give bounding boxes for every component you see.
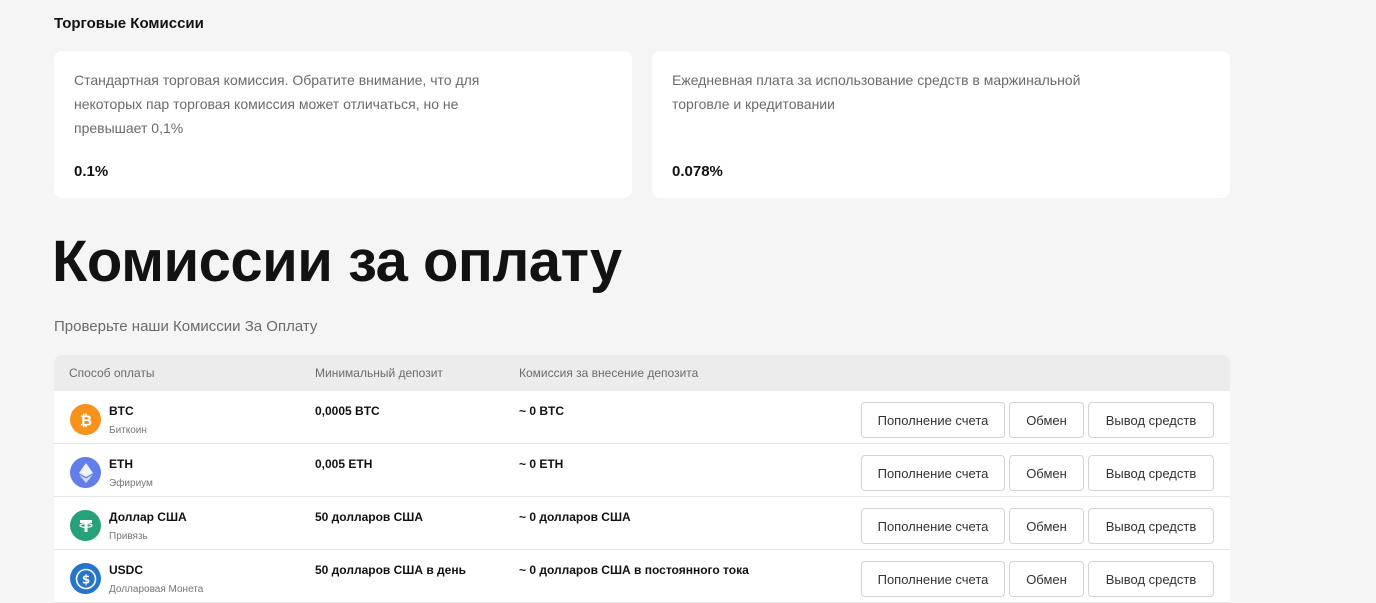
coin-subtitle: Привязь	[109, 531, 148, 542]
standard-fee-card: Стандартная торговая комиссия. Обратите …	[54, 51, 632, 198]
tether-icon	[70, 510, 101, 541]
card-value: 0.078%	[672, 163, 723, 180]
card-description: Ежедневная плата за использование средст…	[672, 72, 1081, 112]
withdraw-button[interactable]: Вывод средств	[1088, 508, 1214, 544]
exchange-button[interactable]: Обмен	[1009, 455, 1084, 491]
coin-name: ETH	[109, 457, 133, 471]
withdraw-button[interactable]: Вывод средств	[1088, 402, 1214, 438]
min-deposit: 50 долларов США	[315, 510, 424, 524]
svg-text:₿: ₿	[79, 411, 91, 429]
table-row: Доллар США Привязь 50 долларов США ~ 0 д…	[54, 497, 1230, 550]
column-header: Минимальный депозит	[315, 366, 443, 380]
withdraw-button[interactable]: Вывод средств	[1088, 455, 1214, 491]
coin-subtitle: Долларовая Монета	[109, 584, 204, 595]
exchange-button[interactable]: Обмен	[1009, 561, 1084, 597]
column-header: Комиссия за внесение депозита	[519, 366, 699, 380]
deposit-button[interactable]: Пополнение счета	[861, 561, 1005, 597]
table-row: $ USDC Долларовая Монета 50 долларов США…	[54, 550, 1230, 603]
payment-fees-table: Способ оплаты Минимальный депозит Комисс…	[54, 355, 1230, 603]
exchange-button[interactable]: Обмен	[1009, 402, 1084, 438]
payment-fees-title: Комиссии за оплату	[52, 229, 622, 294]
coin-subtitle: Биткоин	[109, 425, 147, 436]
ethereum-icon	[70, 457, 101, 488]
usdc-icon: $	[70, 563, 101, 594]
deposit-button[interactable]: Пополнение счета	[861, 402, 1005, 438]
deposit-fee: ~ 0 ETH	[519, 457, 564, 471]
trading-fees-title: Торговые Комиссии	[54, 15, 204, 32]
coin-name: BTC	[109, 404, 134, 418]
min-deposit: 0,005 ETH	[315, 457, 373, 471]
deposit-button[interactable]: Пополнение счета	[861, 455, 1005, 491]
payment-fees-subtitle: Проверьте наши Комиссии За Оплату	[54, 318, 318, 335]
table-row: ETH Эфириум 0,005 ETH ~ 0 ETH Пополнение…	[54, 444, 1230, 497]
min-deposit: 50 долларов США в день	[315, 563, 466, 577]
deposit-fee: ~ 0 долларов США в постоянного тока	[519, 563, 749, 577]
card-value: 0.1%	[74, 163, 109, 180]
table-row: ₿ BTC Биткоин 0,0005 BTC ~ 0 BTC Пополне…	[54, 391, 1230, 444]
coin-name: Доллар США	[109, 510, 187, 524]
column-header: Способ оплаты	[69, 366, 155, 380]
exchange-button[interactable]: Обмен	[1009, 508, 1084, 544]
min-deposit: 0,0005 BTC	[315, 404, 380, 418]
bitcoin-icon: ₿	[70, 404, 101, 435]
coin-name: USDC	[109, 563, 144, 577]
svg-text:$: $	[81, 572, 89, 586]
deposit-button[interactable]: Пополнение счета	[861, 508, 1005, 544]
deposit-fee: ~ 0 долларов США	[519, 510, 631, 524]
card-description: Стандартная торговая комиссия. Обратите …	[74, 72, 480, 136]
deposit-fee: ~ 0 BTC	[519, 404, 565, 418]
margin-fee-card: Ежедневная плата за использование средст…	[652, 51, 1230, 198]
coin-subtitle: Эфириум	[109, 478, 153, 489]
withdraw-button[interactable]: Вывод средств	[1088, 561, 1214, 597]
table-header: Способ оплаты Минимальный депозит Комисс…	[54, 355, 1230, 391]
